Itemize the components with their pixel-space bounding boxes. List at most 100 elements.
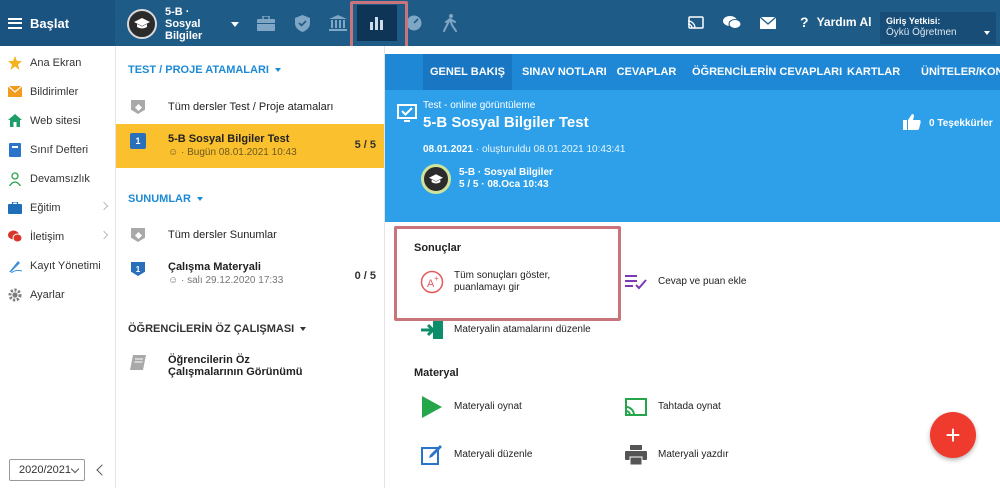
add-fab-button[interactable]: + <box>930 412 976 458</box>
chevron-down-icon <box>274 68 281 72</box>
section-title: ÖĞRENCİLERİN ÖZ ÇALIŞMASI <box>128 323 295 335</box>
class-name: 5-B · Sosyal Bilgiler <box>165 6 203 42</box>
test-date-text: Bugün 08.01.2021 10:43 <box>187 147 297 158</box>
shield-icon[interactable] <box>292 13 312 33</box>
book-icon <box>130 354 146 370</box>
tab-cards[interactable]: KARTLAR <box>847 54 900 90</box>
tab-exam-grades[interactable]: SINAV NOTLARI <box>522 54 607 90</box>
play-material-label: Materyali oynat <box>454 401 522 412</box>
authority-value: Öykü Öğretmen <box>886 27 957 38</box>
add-answer-label: Cevap ve puan ekle <box>658 276 747 287</box>
nav-settings[interactable]: Ayarlar <box>0 280 115 309</box>
star-icon <box>8 55 22 70</box>
envelope-icon <box>8 85 22 99</box>
monitor-check-icon <box>397 104 417 127</box>
all-tests-item[interactable]: Tüm dersler Test / Proje atamaları <box>116 94 384 120</box>
nav-home[interactable]: Ana Ekran <box>0 48 115 77</box>
test-score: 5 / 5 <box>354 139 376 151</box>
created-text: · oluşturuldu 08.01.2021 10:43:41 <box>475 144 626 155</box>
walk-icon[interactable] <box>440 13 460 33</box>
self-study-item[interactable]: Öğrencilerin Öz Çalışmalarının Görünümü <box>116 354 384 394</box>
all-presentations-label: Tüm dersler Sunumlar <box>168 229 277 241</box>
nav-communication[interactable]: İletişim <box>0 222 115 251</box>
nav-registration[interactable]: Kayıt Yönetimi <box>0 251 115 280</box>
assignment-header: Test - online görüntüleme 5-B Sosyal Bil… <box>385 90 1000 222</box>
test-number-badge: 1 <box>130 133 146 149</box>
self-study-title: Öğrencilerin Öz Çalışmalarının Görünümü <box>168 354 303 378</box>
briefcase-icon <box>8 201 22 215</box>
collapse-sidebar-icon[interactable] <box>96 464 108 476</box>
bank-icon[interactable] <box>328 13 348 33</box>
tab-student-answers[interactable]: ÖĞRENCİLERİN CEVAPLARI <box>692 54 842 90</box>
shield-placeholder-icon <box>130 99 146 115</box>
chevron-down-icon <box>984 31 990 35</box>
nav-label: Sınıf Defteri <box>30 143 89 156</box>
nav-label: Bildirimler <box>30 85 79 98</box>
add-answer-action[interactable]: Cevap ve puan ekle <box>623 269 746 295</box>
section-header-presentations[interactable]: SUNUMLAR <box>128 193 203 205</box>
shield-placeholder-icon <box>130 227 146 243</box>
tab-overview[interactable]: GENEL BAKIŞ <box>423 54 512 90</box>
badge-number: 1 <box>131 262 145 276</box>
nav-notifications[interactable]: Bildirimler <box>0 77 115 106</box>
school-year-select[interactable]: 2020/2021 <box>9 459 85 481</box>
selected-test-item[interactable]: 1 5-B Sosyal Bilgiler Test ☺ · Bugün 08.… <box>116 124 384 168</box>
graduation-cap-icon <box>421 164 451 194</box>
nav-label: Devamsızlık <box>30 172 90 185</box>
class-selector[interactable]: 5-B · Sosyal Bilgiler <box>127 6 239 42</box>
hamburger-icon <box>8 17 22 29</box>
section-title: SUNUMLAR <box>128 193 191 205</box>
nav-label: Web sitesi <box>30 114 81 127</box>
nav-label: İletişim <box>30 230 65 243</box>
nav-website[interactable]: Web sitesi <box>0 106 115 135</box>
tab-answers[interactable]: CEVAPLAR <box>615 54 678 90</box>
tab-units[interactable]: ÜNİTELER/KONU <box>913 54 1000 90</box>
presentation-number-badge: 1 <box>130 261 146 277</box>
start-menu-button[interactable]: Başlat <box>0 0 115 46</box>
section-title: TEST / PROJE ATAMALARI <box>128 64 269 76</box>
play-material-action[interactable]: Materyali oynat <box>419 394 522 420</box>
edit-material-action[interactable]: Materyali düzenle <box>419 442 532 468</box>
material-title: Materyal <box>414 367 459 379</box>
chevron-right-icon <box>99 230 109 240</box>
authority-title: Giriş Yetkisi: <box>886 16 941 26</box>
notebook-icon <box>8 142 22 157</box>
thanks-button[interactable]: 0 Teşekkürler <box>903 114 993 133</box>
section-header-self-study[interactable]: ÖĞRENCİLERİN ÖZ ÇALIŞMASI <box>128 323 307 335</box>
chevron-down-icon <box>70 464 80 474</box>
all-presentations-item[interactable]: Tüm dersler Sunumlar <box>116 222 384 248</box>
house-icon <box>8 114 22 128</box>
start-label: Başlat <box>30 15 70 31</box>
assignment-class-info: 5-B · Sosyal Bilgiler 5 / 5 · 08.Oca 10:… <box>459 167 553 191</box>
nav-class-book[interactable]: Sınıf Defteri <box>0 135 115 164</box>
briefcase-icon[interactable] <box>256 13 276 33</box>
school-year-value: 2020/2021 <box>19 464 71 476</box>
chat-icon <box>8 230 22 244</box>
pen-icon <box>8 259 22 273</box>
assignment-title: 5-B Sosyal Bilgiler Test <box>423 114 589 131</box>
top-bar: Başlat 5-B · Sosyal Bilgiler ? Yardım Al <box>0 0 1000 54</box>
authority-selector[interactable]: Giriş Yetkisi: Öykü Öğretmen <box>880 12 996 44</box>
edit-icon <box>419 442 445 468</box>
test-date: ☺ · Bugün 08.01.2021 10:43 <box>168 147 297 158</box>
mail-icon[interactable] <box>758 13 778 33</box>
help-label: Yardım Al <box>816 15 872 29</box>
cast-icon[interactable] <box>686 13 706 33</box>
group-icon: ☺ · <box>168 275 188 286</box>
print-material-action[interactable]: Materyali yazdır <box>623 442 729 468</box>
group-icon: ☺ · <box>168 147 188 158</box>
help-button[interactable]: ? Yardım Al <box>800 14 871 30</box>
presentation-item[interactable]: 1 Çalışma Materyali ☺ · salı 29.12.2020 … <box>116 261 384 301</box>
thumbs-up-icon <box>903 114 921 133</box>
nav-education[interactable]: Eğitim <box>0 193 115 222</box>
chat-icon[interactable] <box>722 13 742 33</box>
nav-label: Eğitim <box>30 201 61 214</box>
edit-assignments-label: Materyalin atamalarını düzenle <box>454 324 591 335</box>
section-header-tests[interactable]: TEST / PROJE ATAMALARI <box>128 64 281 76</box>
graduation-cap-icon <box>127 9 157 39</box>
edit-material-label: Materyali düzenle <box>454 449 533 460</box>
chevron-down-icon <box>231 21 239 27</box>
nav-attendance[interactable]: Devamsızlık <box>0 164 115 193</box>
play-on-board-action[interactable]: Tahtada oynat <box>623 394 721 420</box>
presentation-score: 0 / 5 <box>354 270 376 282</box>
